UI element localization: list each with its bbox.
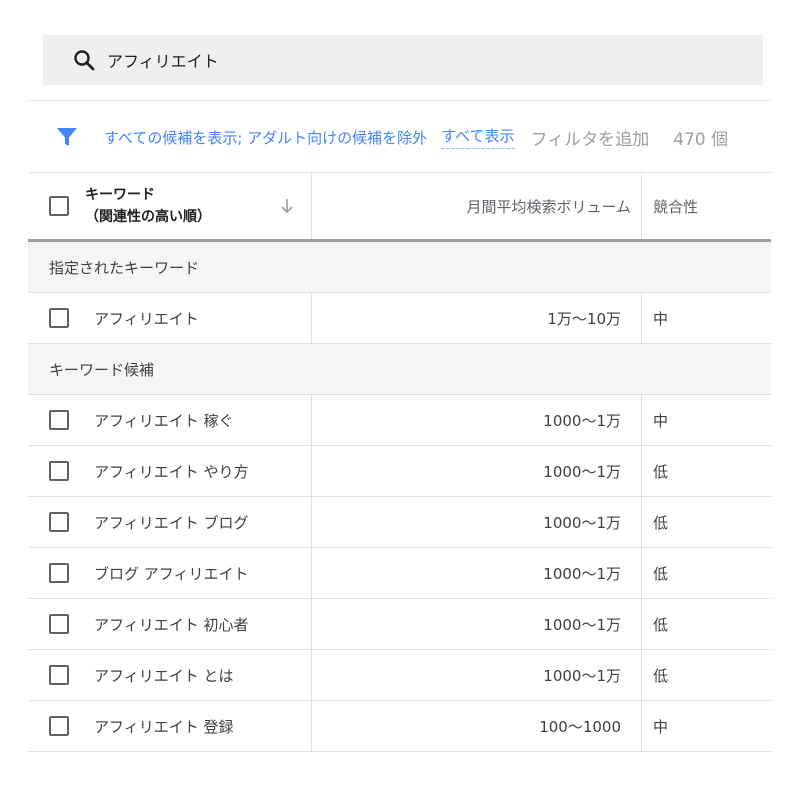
volume-cell: 1000～1万	[312, 395, 642, 445]
competition-cell: 低	[653, 666, 669, 685]
competition-cell: 中	[653, 309, 669, 328]
row-checkbox[interactable]	[49, 716, 69, 736]
competition-cell: 低	[653, 513, 669, 532]
table-header: キーワード （関連性の高い順） 月間平均検索ボリューム 競合性	[28, 172, 771, 242]
row-checkbox[interactable]	[49, 410, 69, 430]
keyword-cell: アフィリエイト	[94, 309, 199, 328]
keyword-header-line1: キーワード	[85, 187, 155, 203]
competition-cell: 中	[653, 717, 669, 736]
competition-cell: 中	[653, 411, 669, 430]
table-row[interactable]: アフィリエイト 初心者 1000～1万 低	[28, 599, 771, 650]
competition-cell: 低	[653, 462, 669, 481]
filter-bar: すべての候補を表示; アダルト向けの候補を除外 すべて表示 フィルタを追加 47…	[28, 101, 771, 173]
volume-cell: 1000～1万	[312, 548, 642, 598]
search-bar[interactable]: アフィリエイト	[43, 35, 763, 85]
volume-cell: 1000～1万	[312, 446, 642, 496]
search-input[interactable]: アフィリエイト	[107, 48, 219, 72]
search-icon	[71, 47, 97, 73]
competition-cell: 低	[653, 564, 669, 583]
keyword-cell: ブログ アフィリエイト	[94, 564, 249, 583]
row-checkbox[interactable]	[49, 614, 69, 634]
volume-column-header[interactable]: 月間平均検索ボリューム	[312, 173, 642, 239]
section-keyword-suggestions: キーワード候補	[28, 344, 771, 395]
filter-icon[interactable]	[56, 125, 80, 149]
keyword-cell: アフィリエイト やり方	[94, 462, 249, 481]
select-all-checkbox[interactable]	[49, 196, 69, 216]
volume-cell: 1000～1万	[312, 497, 642, 547]
row-checkbox[interactable]	[49, 461, 69, 481]
competition-column-header[interactable]: 競合性	[642, 173, 771, 239]
keyword-cell: アフィリエイト 初心者	[94, 615, 249, 634]
show-all-link[interactable]: すべて表示	[441, 125, 515, 149]
volume-cell: 100～1000	[312, 701, 642, 751]
keyword-cell: アフィリエイト 登録	[94, 717, 234, 736]
keyword-table: キーワード （関連性の高い順） 月間平均検索ボリューム 競合性 指定されたキーワ…	[28, 172, 771, 752]
result-count: 470 個	[673, 129, 729, 150]
row-checkbox[interactable]	[49, 308, 69, 328]
table-row[interactable]: アフィリエイト 稼ぐ 1000～1万 中	[28, 395, 771, 446]
keyword-cell: アフィリエイト 稼ぐ	[94, 411, 234, 430]
table-row[interactable]: アフィリエイト 登録 100～1000 中	[28, 701, 771, 752]
table-row[interactable]: アフィリエイト 1万～10万 中	[28, 293, 771, 344]
table-row[interactable]: アフィリエイト ブログ 1000～1万 低	[28, 497, 771, 548]
competition-cell: 低	[653, 615, 669, 634]
arrow-down-icon[interactable]	[279, 197, 295, 215]
volume-cell: 1000～1万	[312, 650, 642, 700]
filter-description-link[interactable]: すべての候補を表示; アダルト向けの候補を除外	[104, 127, 427, 148]
table-row[interactable]: アフィリエイト やり方 1000～1万 低	[28, 446, 771, 497]
table-row[interactable]: ブログ アフィリエイト 1000～1万 低	[28, 548, 771, 599]
keyword-cell: アフィリエイト ブログ	[94, 513, 249, 532]
keyword-column-header[interactable]: キーワード （関連性の高い順）	[28, 173, 312, 239]
keyword-header-line2: （関連性の高い順）	[85, 209, 211, 225]
keyword-cell: アフィリエイト とは	[94, 666, 234, 685]
keyword-header-label: キーワード （関連性の高い順）	[85, 184, 211, 228]
row-checkbox[interactable]	[49, 512, 69, 532]
volume-cell: 1000～1万	[312, 599, 642, 649]
add-filter-button[interactable]: フィルタを追加	[531, 125, 650, 150]
table-row[interactable]: アフィリエイト とは 1000～1万 低	[28, 650, 771, 701]
row-checkbox[interactable]	[49, 563, 69, 583]
row-checkbox[interactable]	[49, 665, 69, 685]
volume-cell: 1万～10万	[312, 293, 642, 343]
section-specified-keywords: 指定されたキーワード	[28, 242, 771, 293]
